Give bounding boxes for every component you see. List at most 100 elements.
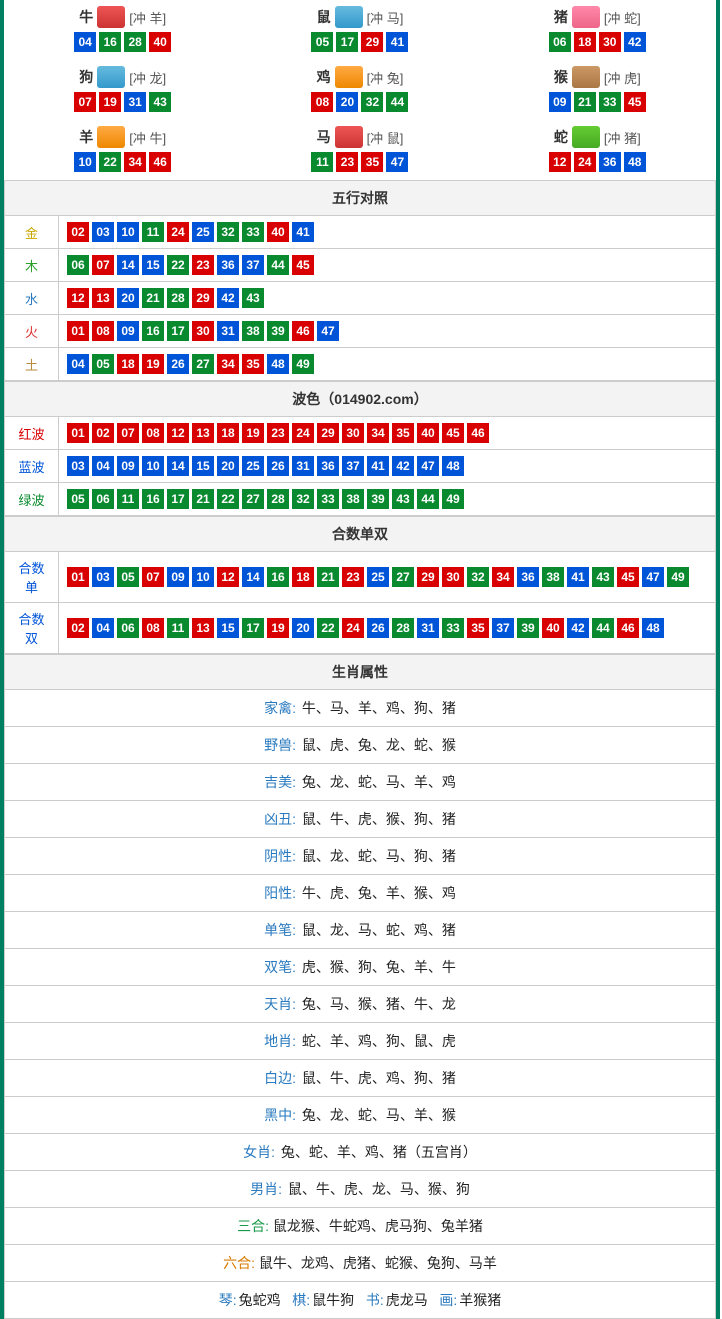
attr-value: 鼠、龙、马、蛇、鸡、猪 bbox=[302, 922, 456, 938]
attr-row: 六合: 鼠牛、龙鸡、虎猪、蛇猴、兔狗、马羊 bbox=[5, 1245, 716, 1282]
ball-27: 27 bbox=[192, 354, 214, 374]
zodiac-clash: [冲 羊] bbox=[129, 8, 166, 27]
table-row: 红波0102070812131819232429303435404546 bbox=[5, 417, 716, 450]
ball-01: 01 bbox=[67, 423, 89, 443]
ball-37: 37 bbox=[242, 255, 264, 275]
attr-value: 鼠、牛、虎、龙、马、猴、狗 bbox=[288, 1181, 470, 1197]
ball-45: 45 bbox=[442, 423, 464, 443]
ball-02: 02 bbox=[67, 618, 89, 638]
ball-48: 48 bbox=[267, 354, 289, 374]
ball-17: 17 bbox=[167, 321, 189, 341]
ball-39: 39 bbox=[367, 489, 389, 509]
ball-22: 22 bbox=[317, 618, 339, 638]
shuxing-table: 生肖属性 家禽: 牛、马、羊、鸡、狗、猪野兽: 鼠、虎、兔、龙、蛇、猴吉美: 兔… bbox=[4, 654, 716, 1319]
row-balls: 1213202128294243 bbox=[59, 282, 716, 315]
attr-label: 三合: bbox=[237, 1218, 269, 1234]
ball-19: 19 bbox=[242, 423, 264, 443]
ball-10: 10 bbox=[192, 567, 214, 587]
ball-11: 11 bbox=[117, 489, 139, 509]
ball-48: 48 bbox=[624, 152, 646, 172]
row-label: 绿波 bbox=[5, 483, 59, 516]
attr-label: 六合: bbox=[223, 1255, 255, 1271]
zodiac-cell-鼠: 鼠[冲 马]05172941 bbox=[241, 0, 478, 60]
zodiac-icon bbox=[335, 126, 363, 148]
ball-28: 28 bbox=[167, 288, 189, 308]
row-balls: 03040910141520252631363741424748 bbox=[59, 450, 716, 483]
ball-41: 41 bbox=[567, 567, 589, 587]
attr-value: 兔、龙、蛇、马、羊、鸡 bbox=[302, 774, 456, 790]
ball-49: 49 bbox=[667, 567, 689, 587]
attr-cell: 单笔: 鼠、龙、马、蛇、鸡、猪 bbox=[5, 912, 716, 949]
ball-37: 37 bbox=[492, 618, 514, 638]
heshu-header: 合数单双 bbox=[5, 517, 716, 552]
ball-33: 33 bbox=[442, 618, 464, 638]
bose-header: 波色（014902.com） bbox=[5, 382, 716, 417]
attr-cell: 野兽: 鼠、虎、兔、龙、蛇、猴 bbox=[5, 727, 716, 764]
ball-07: 07 bbox=[74, 92, 96, 112]
ball-19: 19 bbox=[99, 92, 121, 112]
ball-16: 16 bbox=[99, 32, 121, 52]
row-balls: 06071415222336374445 bbox=[59, 249, 716, 282]
ball-10: 10 bbox=[142, 456, 164, 476]
zodiac-name: 猴 bbox=[554, 67, 568, 87]
row-balls: 0102070812131819232429303435404546 bbox=[59, 417, 716, 450]
ball-01: 01 bbox=[67, 567, 89, 587]
ball-06: 06 bbox=[549, 32, 571, 52]
row-label: 合数单 bbox=[5, 552, 59, 603]
zodiac-clash: [冲 鼠] bbox=[367, 128, 404, 147]
ball-05: 05 bbox=[92, 354, 114, 374]
ball-12: 12 bbox=[67, 288, 89, 308]
ball-30: 30 bbox=[442, 567, 464, 587]
attr-cell: 天肖: 兔、马、猴、猪、牛、龙 bbox=[5, 986, 716, 1023]
ball-39: 39 bbox=[267, 321, 289, 341]
ball-05: 05 bbox=[311, 32, 333, 52]
attr-footer-row: 琴:兔蛇鸡 棋:鼠牛狗 书:虎龙马 画:羊猴猪 bbox=[5, 1282, 716, 1319]
ball-43: 43 bbox=[592, 567, 614, 587]
ball-02: 02 bbox=[67, 222, 89, 242]
ball-47: 47 bbox=[317, 321, 339, 341]
ball-41: 41 bbox=[292, 222, 314, 242]
attr-label: 双笔: bbox=[264, 959, 296, 975]
ball-18: 18 bbox=[574, 32, 596, 52]
ball-17: 17 bbox=[242, 618, 264, 638]
ball-31: 31 bbox=[292, 456, 314, 476]
attr-cell: 三合: 鼠龙猴、牛蛇鸡、虎马狗、兔羊猪 bbox=[5, 1208, 716, 1245]
ball-12: 12 bbox=[549, 152, 571, 172]
attr-label: 吉美: bbox=[264, 774, 296, 790]
attr-value: 鼠、龙、蛇、马、狗、猪 bbox=[302, 848, 456, 864]
ball-09: 09 bbox=[167, 567, 189, 587]
ball-16: 16 bbox=[142, 489, 164, 509]
attr-cell: 阴性: 鼠、龙、蛇、马、狗、猪 bbox=[5, 838, 716, 875]
ball-35: 35 bbox=[467, 618, 489, 638]
heshu-table: 合数单双 合数单01030507091012141618212325272930… bbox=[4, 516, 716, 654]
ball-26: 26 bbox=[167, 354, 189, 374]
row-balls: 0103050709101214161821232527293032343638… bbox=[59, 552, 716, 603]
ball-39: 39 bbox=[517, 618, 539, 638]
ball-09: 09 bbox=[117, 321, 139, 341]
attr-row: 凶丑: 鼠、牛、虎、猴、狗、猪 bbox=[5, 801, 716, 838]
ball-34: 34 bbox=[367, 423, 389, 443]
ball-18: 18 bbox=[217, 423, 239, 443]
table-row: 金02031011242532334041 bbox=[5, 216, 716, 249]
ball-34: 34 bbox=[124, 152, 146, 172]
ball-41: 41 bbox=[367, 456, 389, 476]
ball-28: 28 bbox=[267, 489, 289, 509]
ball-42: 42 bbox=[624, 32, 646, 52]
ball-20: 20 bbox=[292, 618, 314, 638]
wuxing-table: 五行对照 金02031011242532334041木0607141522233… bbox=[4, 180, 716, 381]
attr-cell: 地肖: 蛇、羊、鸡、狗、鼠、虎 bbox=[5, 1023, 716, 1060]
ball-11: 11 bbox=[142, 222, 164, 242]
ball-38: 38 bbox=[542, 567, 564, 587]
ball-40: 40 bbox=[417, 423, 439, 443]
attr-row: 黑中: 兔、龙、蛇、马、羊、猴 bbox=[5, 1097, 716, 1134]
row-label: 土 bbox=[5, 348, 59, 381]
attr-row: 吉美: 兔、龙、蛇、马、羊、鸡 bbox=[5, 764, 716, 801]
ball-19: 19 bbox=[142, 354, 164, 374]
attr-row: 单笔: 鼠、龙、马、蛇、鸡、猪 bbox=[5, 912, 716, 949]
footer-value: 羊猴猪 bbox=[459, 1292, 501, 1308]
ball-29: 29 bbox=[317, 423, 339, 443]
ball-40: 40 bbox=[542, 618, 564, 638]
attr-label: 黑中: bbox=[264, 1107, 296, 1123]
ball-35: 35 bbox=[361, 152, 383, 172]
zodiac-grid: 牛[冲 羊]04162840鼠[冲 马]05172941猪[冲 蛇]061830… bbox=[4, 0, 716, 180]
